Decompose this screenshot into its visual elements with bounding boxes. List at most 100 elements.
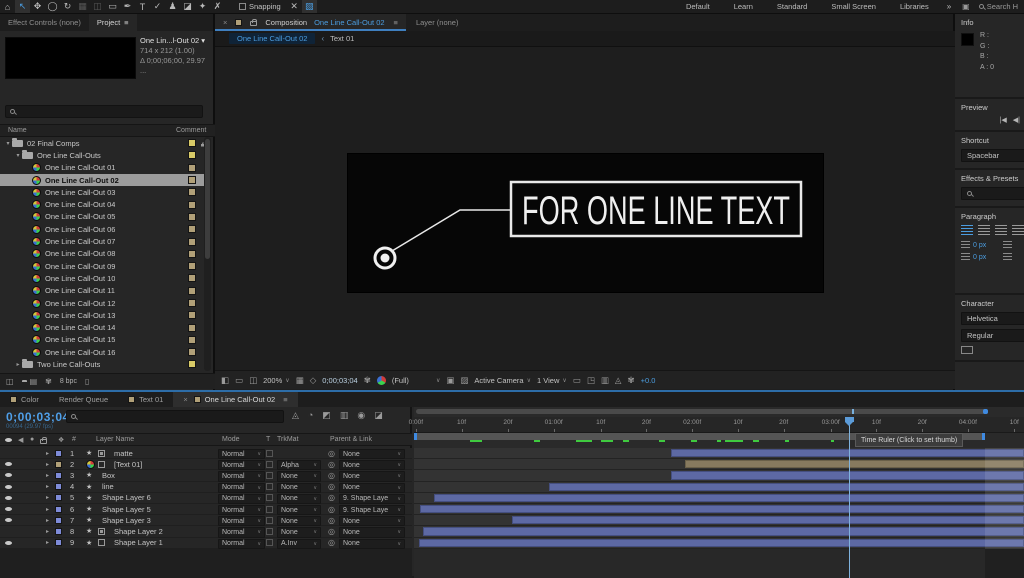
trkmat-dropdown[interactable]: None∨ — [277, 483, 321, 493]
panel-menu-icon[interactable]: ≡ — [124, 18, 128, 27]
label-color-swatch[interactable] — [188, 262, 196, 270]
parent-dropdown[interactable]: None∨ — [339, 460, 405, 470]
label-color-swatch[interactable] — [188, 287, 196, 295]
mode-dropdown[interactable]: Normal∨ — [218, 460, 265, 470]
character-title[interactable]: Character — [961, 299, 1024, 308]
twirl-icon[interactable]: ▾ — [14, 152, 22, 159]
layer-name[interactable]: Shape Layer 1 — [114, 538, 163, 548]
layer-name[interactable]: Shape Layer 3 — [102, 515, 151, 525]
project-comp-row[interactable]: One Line Call-Out 11 — [0, 285, 204, 297]
parent-dropdown[interactable]: None∨ — [339, 539, 405, 549]
label-color-swatch[interactable] — [188, 164, 196, 172]
twirl-icon[interactable]: ▸ — [46, 515, 49, 525]
mode-dropdown[interactable]: Normal∨ — [218, 539, 265, 549]
lock-icon[interactable] — [250, 21, 257, 26]
pickwhip-icon[interactable]: ◎ — [328, 538, 335, 548]
font-family-dropdown[interactable]: Helvetica — [961, 312, 1024, 325]
layer-row[interactable]: ▸1★matteNormal∨◎None∨ — [0, 448, 412, 459]
project-comp-row[interactable]: One Line Call-Out 05 — [0, 211, 204, 223]
magnification-icon[interactable]: ◫ — [249, 375, 257, 386]
pickwhip-icon[interactable]: ◎ — [328, 515, 335, 525]
layer-name[interactable]: Box — [102, 470, 115, 480]
layer-track[interactable] — [414, 482, 1024, 493]
eraser-tool[interactable]: ◪ — [180, 0, 195, 13]
hand-tool[interactable]: ✥ — [30, 0, 45, 13]
solo-column-icon[interactable]: ● — [30, 436, 34, 443]
search-help-button[interactable]: Search H — [975, 2, 1024, 11]
t-switch[interactable] — [266, 470, 274, 480]
label-color-swatch[interactable] — [188, 176, 196, 184]
layer-row[interactable]: ▸7★Shape Layer 3Normal∨None∨◎None∨ — [0, 515, 412, 526]
panel-menu-icon[interactable]: ≡ — [283, 395, 287, 404]
label-color-swatch[interactable] — [55, 504, 62, 514]
workspace-default[interactable]: Default — [674, 2, 722, 11]
label-color-swatch[interactable] — [188, 299, 196, 307]
pickwhip-icon[interactable]: ◎ — [328, 504, 335, 514]
layer-row[interactable]: ▸8★Shape Layer 2Normal∨None∨◎None∨ — [0, 526, 412, 537]
layer-duration-bar[interactable] — [419, 539, 1024, 547]
label-color-swatch[interactable] — [188, 151, 196, 159]
project-comp-row[interactable]: One Line Call-Out 07 — [0, 235, 204, 247]
twirl-icon[interactable]: ▸ — [46, 504, 49, 514]
timeline-tab-render-queue[interactable]: Render Queue — [49, 392, 118, 407]
t-switch[interactable] — [266, 482, 274, 492]
layer-duration-bar[interactable] — [549, 483, 1024, 491]
label-color-swatch[interactable] — [55, 493, 62, 503]
fast-previews-icon[interactable]: ◳ — [587, 375, 595, 386]
more-workspaces-button[interactable]: » — [941, 2, 957, 11]
clone-stamp-tool[interactable]: ♟ — [165, 0, 180, 13]
twirl-icon[interactable]: ▸ — [46, 482, 49, 492]
exposure-value[interactable]: +0.0 — [641, 376, 656, 385]
timeline-tab-text-01[interactable]: Text 01 — [118, 392, 173, 407]
project-comp-row[interactable]: One Line Call-Out 13 — [0, 309, 204, 321]
timeline-navigator[interactable] — [416, 409, 988, 414]
timeline-timecode[interactable]: 0;00;03;04 — [6, 410, 70, 424]
layer-name[interactable]: [Text 01] — [114, 459, 142, 469]
justify-button[interactable] — [1012, 225, 1024, 235]
twirl-icon[interactable]: ▸ — [46, 538, 49, 548]
breadcrumb-current[interactable]: Text 01 — [330, 34, 354, 43]
eye-icon[interactable] — [5, 515, 12, 525]
t-switch[interactable] — [266, 459, 274, 469]
grid-guides-icon[interactable]: ▦ — [296, 375, 304, 386]
region-of-interest-icon[interactable]: ▣ — [446, 375, 454, 386]
mode-dropdown[interactable]: Normal∨ — [218, 483, 265, 493]
label-color-swatch[interactable] — [188, 188, 196, 196]
workspace-libraries[interactable]: Libraries — [888, 2, 941, 11]
parent-dropdown[interactable]: 9. Shape Laye∨ — [339, 505, 405, 515]
label-color-swatch[interactable] — [55, 448, 62, 458]
zoom-tool[interactable]: ◯ — [45, 0, 60, 13]
effects-search-input[interactable] — [961, 187, 1024, 200]
t-switch[interactable] — [266, 504, 274, 514]
label-color-swatch[interactable] — [55, 482, 62, 492]
reset-exposure-icon[interactable]: ✾ — [627, 375, 634, 386]
project-comp-row[interactable]: One Line Call-Out 01 — [0, 162, 204, 174]
label-color-swatch[interactable] — [188, 348, 196, 356]
hide-shy-layers-icon[interactable]: ◩ — [322, 410, 331, 421]
rotate-tool[interactable]: ↻ — [60, 0, 75, 13]
camera-dropdown[interactable]: Active Camera∨ — [474, 376, 531, 385]
indent-right-value[interactable]: 0 px — [973, 254, 986, 261]
pickwhip-icon[interactable]: ◎ — [328, 470, 335, 480]
layer-track[interactable] — [414, 538, 1024, 549]
paragraph-title[interactable]: Paragraph — [961, 212, 1024, 221]
workspace-small-screen[interactable]: Small Screen — [819, 2, 888, 11]
column-layer-name[interactable]: Layer Name — [96, 436, 134, 443]
shape-tool[interactable]: ▭ — [105, 0, 120, 13]
mask-visibility-icon[interactable]: ◇ — [310, 375, 317, 386]
graph-editor-icon[interactable]: ◪ — [374, 410, 383, 421]
primary-viewer-icon[interactable]: ▭ — [235, 375, 243, 386]
draft-3d-icon[interactable]: ◔ — [308, 410, 313, 421]
trkmat-dropdown[interactable]: None∨ — [277, 494, 321, 504]
preview-title[interactable]: Preview — [961, 103, 1024, 112]
pickwhip-icon[interactable]: ◎ — [328, 448, 335, 458]
tab-layer[interactable]: Layer (none) — [406, 14, 469, 31]
label-color-swatch[interactable] — [188, 139, 196, 147]
layer-duration-bar[interactable] — [671, 449, 1024, 457]
t-switch[interactable] — [266, 493, 274, 503]
label-color-swatch[interactable] — [188, 274, 196, 282]
delete-icon[interactable]: ▯ — [85, 377, 89, 386]
playhead[interactable] — [849, 417, 850, 578]
color-depth-icon[interactable]: ✾ — [45, 377, 52, 386]
comp-title[interactable]: One Lin...l-Out 02 ▾ — [140, 36, 213, 46]
